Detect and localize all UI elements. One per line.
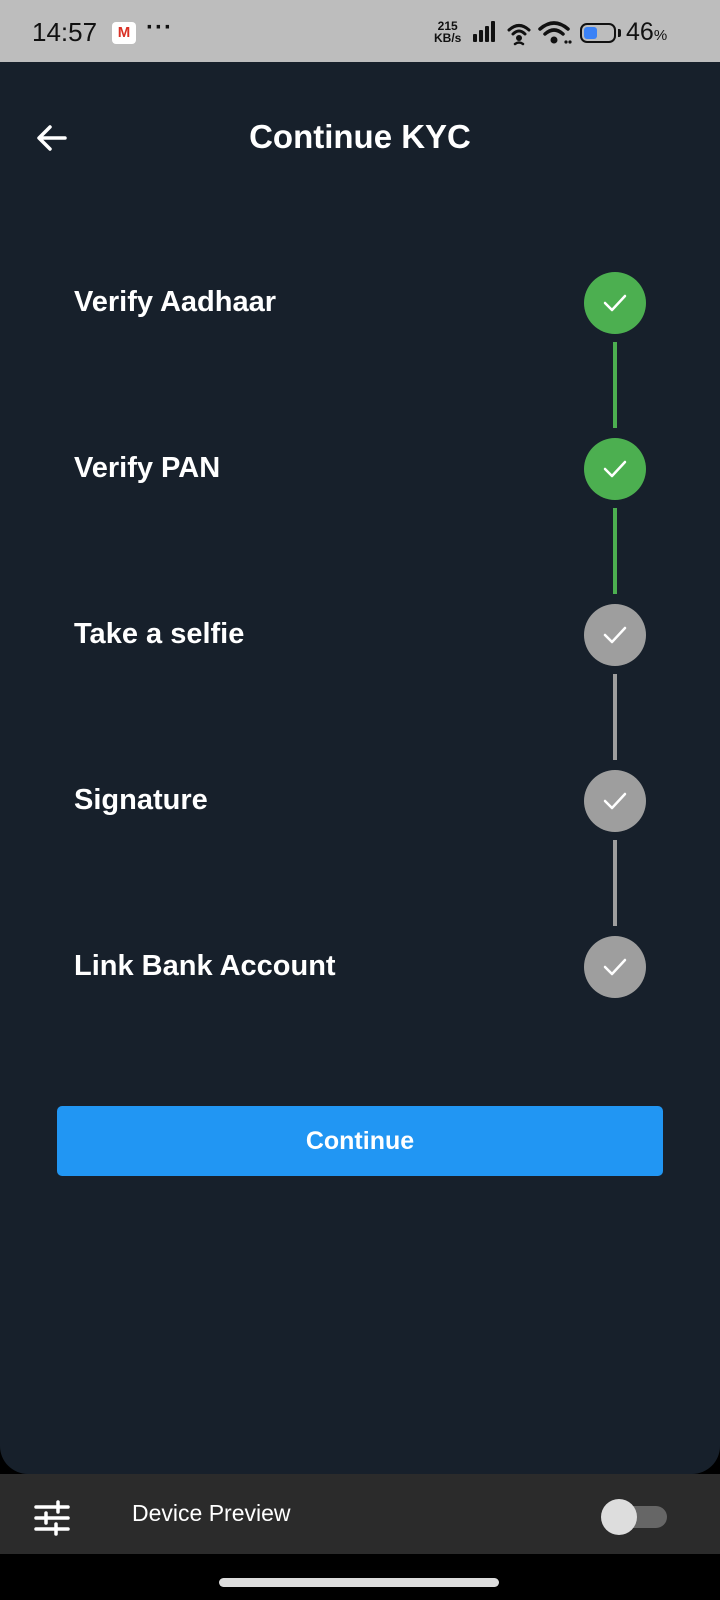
wifi-icon bbox=[538, 21, 572, 44]
status-bar: 14:57 M ··· 215 KB/s 46% bbox=[0, 0, 720, 62]
kyc-step: Verify Aadhaar bbox=[0, 272, 720, 336]
navigation-bar bbox=[0, 1554, 720, 1600]
continue-button[interactable]: Continue bbox=[57, 1106, 663, 1176]
battery-tip bbox=[618, 29, 621, 37]
check-icon bbox=[603, 460, 627, 478]
step-status-circle bbox=[584, 438, 646, 500]
battery-percent-value: 46 bbox=[626, 18, 654, 46]
hotspot-icon bbox=[507, 24, 531, 46]
device-preview-bar: Device Preview bbox=[0, 1474, 720, 1554]
kyc-step: Take a selfie bbox=[0, 604, 720, 668]
kyc-step: Link Bank Account bbox=[0, 936, 720, 1000]
signal-icon bbox=[473, 21, 495, 42]
home-gesture-handle[interactable] bbox=[219, 1578, 499, 1587]
kyc-step-label: Take a selfie bbox=[74, 618, 245, 650]
battery-level bbox=[584, 27, 597, 39]
step-connector bbox=[613, 342, 617, 428]
step-status-circle bbox=[584, 936, 646, 998]
battery-icon bbox=[580, 23, 616, 43]
step-status-circle bbox=[584, 770, 646, 832]
step-connector bbox=[613, 840, 617, 926]
step-connector bbox=[613, 674, 617, 760]
step-status-circle bbox=[584, 272, 646, 334]
check-icon bbox=[603, 294, 627, 312]
more-notifications-icon: ··· bbox=[146, 14, 173, 41]
kyc-step-label: Verify PAN bbox=[74, 452, 221, 484]
check-icon bbox=[603, 626, 627, 644]
page-title: Continue KYC bbox=[249, 118, 471, 155]
kyc-screen: Continue KYC Continue Verify Aadhaar Veri… bbox=[0, 62, 720, 1474]
network-speed: 215 KB/s bbox=[434, 20, 461, 44]
kyc-step: Verify PAN bbox=[0, 438, 720, 502]
kyc-step: Signature bbox=[0, 770, 720, 834]
check-icon bbox=[603, 792, 627, 810]
kyc-step-label: Signature bbox=[74, 784, 208, 816]
step-status-circle bbox=[584, 604, 646, 666]
kyc-step-label: Verify Aadhaar bbox=[74, 286, 277, 318]
status-time: 14:57 bbox=[32, 17, 98, 47]
kyc-step-label: Link Bank Account bbox=[74, 950, 336, 982]
check-icon bbox=[603, 958, 627, 976]
network-speed-unit: KB/s bbox=[434, 31, 462, 45]
tune-icon[interactable] bbox=[34, 1500, 70, 1536]
step-connector bbox=[613, 508, 617, 594]
battery-percent: 46% bbox=[626, 18, 667, 47]
device-preview-label: Device Preview bbox=[132, 1500, 291, 1526]
battery-percent-unit: % bbox=[653, 27, 668, 44]
toggle-knob[interactable] bbox=[601, 1499, 637, 1535]
gmail-notification-icon: M bbox=[112, 22, 136, 44]
